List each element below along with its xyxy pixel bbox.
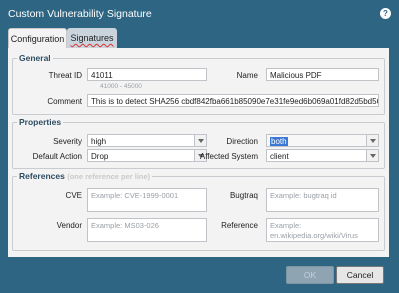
comment-input[interactable]: This is to detect SHA256 cbdf842fba661b8… — [87, 94, 379, 107]
general-legend: General — [19, 53, 51, 63]
configuration-panel: General Threat ID 41011 41000 - 45000 Na… — [8, 48, 389, 257]
severity-label: Severity — [53, 137, 82, 146]
reference-textarea[interactable]: Example: en.wikipedia.org/wiki/Virus — [266, 218, 379, 242]
cve-label: CVE — [65, 191, 82, 200]
tab-signatures[interactable]: Signatures — [67, 28, 117, 48]
affected-system-select[interactable]: client — [266, 149, 379, 162]
properties-legend: Properties — [19, 117, 62, 127]
threat-id-label: Threat ID — [48, 71, 82, 80]
affected-system-value: client — [270, 152, 289, 161]
name-input[interactable]: Malicious PDF — [266, 68, 379, 81]
threat-id-input[interactable]: 41011 — [87, 68, 207, 81]
direction-value: both — [270, 137, 288, 146]
dialog-titlebar: Custom Vulnerability Signature ? — [0, 0, 399, 28]
reference-placeholder-line2: en.wikipedia.org/wiki/Virus — [270, 231, 358, 240]
cve-textarea[interactable]: Example: CVE-1999-0001 — [87, 188, 207, 212]
tab-signatures-label: Signatures — [70, 33, 114, 43]
bugtraq-textarea[interactable]: Example: bugtraq id — [266, 188, 379, 212]
severity-value: high — [91, 137, 107, 146]
vendor-textarea[interactable]: Example: MS03-026 — [87, 218, 207, 242]
references-legend: References (one reference per line) — [17, 171, 152, 181]
custom-vulnerability-signature-dialog: Custom Vulnerability Signature ? Configu… — [0, 0, 399, 293]
bugtraq-label: Bugtraq — [229, 191, 258, 200]
dialog-title: Custom Vulnerability Signature — [8, 8, 152, 20]
references-legend-label: References — [19, 171, 65, 181]
name-label: Name — [236, 71, 258, 80]
comment-label: Comment — [47, 97, 82, 106]
direction-label: Direction — [226, 137, 258, 146]
cancel-button[interactable]: Cancel — [336, 266, 384, 284]
chevron-down-icon[interactable] — [366, 150, 378, 161]
affected-system-label: Affected System — [199, 152, 258, 161]
references-legend-hint: (one reference per line) — [67, 172, 151, 181]
reference-placeholder-line1: Example: — [270, 221, 302, 230]
default-action-value: Drop — [91, 152, 109, 161]
threat-id-range-hint: 41000 - 45000 — [100, 83, 142, 90]
help-icon[interactable]: ? — [380, 8, 391, 19]
ok-button[interactable]: OK — [286, 266, 334, 284]
reference-label: Reference — [221, 221, 258, 230]
direction-select[interactable]: both — [266, 134, 379, 147]
tab-configuration[interactable]: Configuration — [8, 28, 67, 49]
chevron-down-icon[interactable] — [366, 135, 378, 146]
vendor-label: Vendor — [56, 221, 82, 230]
default-action-label: Default Action — [32, 152, 82, 161]
